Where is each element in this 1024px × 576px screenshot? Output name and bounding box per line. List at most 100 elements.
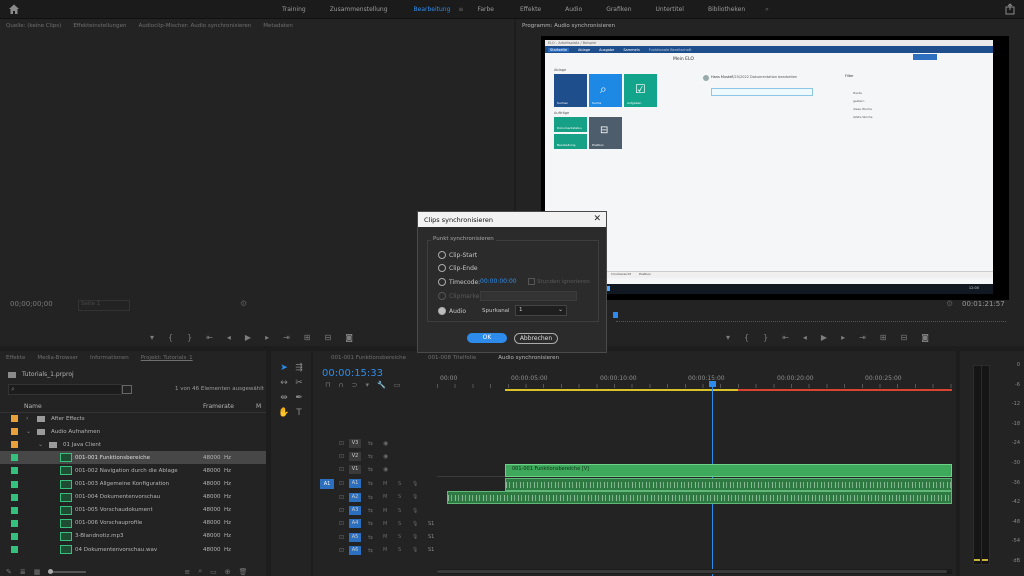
icon-view-icon[interactable]: ▦ (34, 568, 41, 576)
label-color-swatch[interactable] (11, 493, 18, 501)
source-settings-icon[interactable]: ⚙ (240, 299, 247, 308)
cancel-button[interactable]: Abbrechen (514, 333, 558, 344)
add-marker-icon[interactable]: ▾ (365, 381, 369, 389)
track-name[interactable]: V1 (349, 465, 361, 475)
linked-icon[interactable]: ⊃ (352, 381, 358, 389)
sync-lock-icon[interactable]: ⇆ (368, 507, 373, 514)
mute-button[interactable]: M (383, 534, 387, 540)
lock-track-icon[interactable]: ⊡ (339, 520, 344, 527)
step-back-icon[interactable]: ◂ (227, 333, 231, 342)
source-patch-a1[interactable]: A1 (320, 478, 334, 489)
timeline-scroll-thumb[interactable] (437, 570, 947, 573)
lift-icon[interactable]: ⊞ (880, 333, 887, 342)
type-tool-icon[interactable]: T (292, 406, 306, 420)
track-name[interactable]: A4 (349, 519, 361, 529)
mute-button[interactable]: M (383, 547, 387, 553)
workspace-bearbeitung[interactable]: Bearbeitung (414, 6, 451, 13)
sync-lock-icon[interactable]: ⇆ (368, 520, 373, 527)
track-name[interactable]: A6 (349, 545, 361, 555)
program-play-icon[interactable]: ▶ (821, 333, 827, 342)
list-view-icon[interactable]: ≣ (20, 568, 26, 576)
lock-track-icon[interactable]: ⊡ (339, 534, 344, 541)
project-item-row[interactable]: 001-002 Navigation durch die Ablage 48000… (0, 464, 266, 477)
tab-sequence-2[interactable]: 001-008 Titelfolie (428, 355, 476, 361)
new-item-icon[interactable]: ⊕ (225, 568, 231, 576)
selection-tool-icon[interactable]: ➤ (277, 361, 291, 375)
chevron-down-icon[interactable]: ⌄ (26, 428, 31, 435)
label-color-swatch[interactable] (11, 467, 18, 475)
radio-clip-marker[interactable] (438, 292, 446, 300)
solo-button[interactable]: S (398, 521, 401, 527)
hand-tool-icon[interactable]: ✋ (277, 406, 291, 420)
project-bin-row[interactable]: › After Effects (0, 412, 266, 425)
radio-timecode[interactable] (438, 278, 446, 286)
go-to-in-icon[interactable]: ⇤ (206, 333, 213, 342)
voiceover-mic-icon[interactable]: 🎙 (412, 508, 418, 514)
workspace-farbe[interactable]: Farbe (477, 6, 494, 13)
tab-media-browser[interactable]: Media-Browser (37, 355, 78, 361)
label-color-swatch[interactable] (11, 519, 18, 527)
source-timecode[interactable]: 00;00;00;00 (10, 300, 53, 308)
sync-lock-icon[interactable]: ⇆ (368, 480, 373, 487)
track-name[interactable]: A3 (349, 506, 361, 515)
tab-effects[interactable]: Effekte (6, 355, 25, 361)
mute-button[interactable]: M (383, 481, 387, 487)
out-point-icon[interactable]: } (187, 333, 192, 342)
voiceover-mic-icon[interactable]: 🎙 (412, 521, 418, 527)
lock-track-icon[interactable]: ⊡ (339, 547, 344, 554)
mute-button[interactable]: M (383, 494, 387, 500)
new-bin-icon[interactable] (122, 385, 132, 394)
delete-icon[interactable]: 🗑 (239, 568, 248, 576)
snap-icon[interactable]: ∩ (338, 381, 343, 389)
sync-lock-icon[interactable]: ⇆ (368, 440, 373, 447)
step-forward-icon[interactable]: ▸ (265, 333, 269, 342)
program-settings-icon[interactable]: ⚙ (946, 299, 953, 308)
workspace-effekte[interactable]: Effekte (520, 6, 541, 13)
tab-sequence-1[interactable]: 001-001 Funktionsbereiche (331, 355, 406, 361)
program-playhead-icon[interactable] (613, 312, 618, 318)
tab-project[interactable]: Projekt: Tutorials_1 (141, 355, 193, 361)
workspace-bibliotheken[interactable]: Bibliotheken (708, 6, 745, 13)
project-bin-row[interactable]: ⌄ Audio Aufnahmen (0, 425, 266, 438)
slip-tool-icon[interactable]: ⇹ (277, 391, 291, 405)
ok-button[interactable]: OK (467, 333, 507, 343)
program-go-out-icon[interactable]: ⇥ (859, 333, 866, 342)
label-color-swatch[interactable] (11, 441, 18, 449)
solo-button[interactable]: S (398, 508, 401, 514)
pen-tool-icon[interactable]: ✒ (292, 391, 306, 405)
workspace-zusammenstellung[interactable]: Zusammenstellung (330, 6, 388, 13)
timeline-scrollbar[interactable] (437, 569, 952, 574)
ignore-hours-checkbox[interactable]: Stunden ignorieren (528, 278, 590, 285)
solo-button[interactable]: S (398, 534, 401, 540)
track-name[interactable]: V2 (349, 451, 361, 461)
sync-lock-icon[interactable]: ⇆ (368, 547, 373, 554)
project-item-row[interactable]: 001-003 Allgemeine Konfiguration 48000 Hz (0, 478, 266, 491)
col-name[interactable]: Name (24, 403, 42, 410)
lock-track-icon[interactable]: ⊡ (339, 480, 344, 487)
sync-lock-icon[interactable]: ⇆ (368, 494, 373, 501)
radio-clip-end[interactable] (438, 264, 446, 272)
option-clip-end[interactable]: Clip-Ende (438, 264, 478, 272)
workspace-grafiken[interactable]: Grafiken (606, 6, 631, 13)
col-framerate[interactable]: Framerate (203, 403, 234, 410)
more-workspaces-icon[interactable]: » (765, 6, 769, 13)
workspace-untertitel[interactable]: Untertitel (656, 6, 684, 13)
voiceover-mic-icon[interactable]: 🎙 (412, 534, 418, 540)
radio-audio[interactable] (438, 307, 446, 315)
tab-metadata[interactable]: Metadaten (263, 23, 293, 29)
option-timecode[interactable]: Timecode: (438, 278, 480, 286)
tab-audio-clip-mixer[interactable]: Audioclip-Mischer: Audio synchronisieren (139, 23, 252, 29)
overwrite-icon[interactable]: ⊟ (325, 333, 332, 342)
option-audio[interactable]: Audio (438, 307, 466, 315)
insert-icon[interactable]: ⊞ (304, 333, 311, 342)
play-icon[interactable]: ▶ (245, 333, 251, 342)
clip-v1[interactable]: 001-001 Funktionsbereiche [V] (505, 464, 952, 477)
new-item-folder-icon[interactable]: ▭ (210, 568, 217, 576)
tab-info[interactable]: Informationen (90, 355, 129, 361)
nest-icon[interactable]: ⊓ (325, 381, 330, 389)
playhead-handle-icon[interactable] (709, 381, 716, 387)
export-frame-icon[interactable]: ◙ (345, 333, 353, 342)
label-color-swatch[interactable] (11, 415, 18, 422)
lock-track-icon[interactable]: ⊡ (339, 453, 344, 460)
track-name[interactable]: V3 (349, 438, 361, 448)
